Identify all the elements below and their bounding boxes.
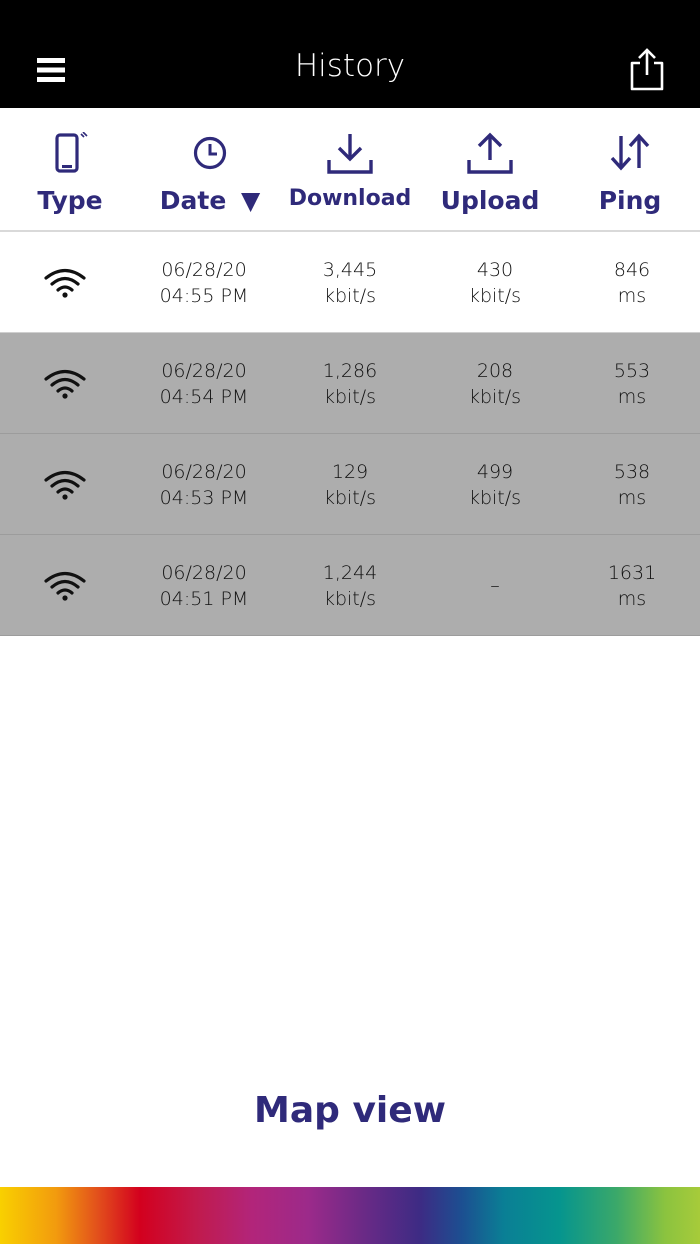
row-ping-value: 846 xyxy=(613,258,651,281)
row-time: 04:55 PM xyxy=(159,284,249,307)
row-upload-value: – xyxy=(490,574,500,597)
row-time: 04:54 PM xyxy=(159,385,249,408)
top-bar: History xyxy=(0,0,700,108)
row-download-unit: kbit/s xyxy=(323,284,377,307)
history-list: 06/28/20 04:55 PM 3,445 kbit/s 430 kbit/… xyxy=(0,232,700,636)
wifi-icon xyxy=(44,571,86,601)
row-ping-value: 553 xyxy=(613,359,651,382)
row-upload-unit: kbit/s xyxy=(468,385,522,408)
row-download-value: 129 xyxy=(331,460,369,483)
column-download-label: Download xyxy=(288,186,412,211)
rainbow-footer-bar xyxy=(0,1187,700,1244)
page-title: History xyxy=(294,48,406,84)
sort-descending-icon: ▼ xyxy=(241,186,261,215)
row-ping-unit: ms xyxy=(617,587,647,610)
row-date: 06/28/20 xyxy=(161,258,247,281)
row-ping-value: 1631 xyxy=(607,561,657,584)
wifi-icon xyxy=(44,369,86,399)
share-button[interactable] xyxy=(620,42,674,96)
ping-arrows-icon xyxy=(610,133,650,171)
share-icon xyxy=(630,48,664,91)
column-upload[interactable]: Upload xyxy=(420,108,560,232)
column-type[interactable]: Type xyxy=(0,108,140,232)
row-time: 04:53 PM xyxy=(159,486,249,509)
column-date[interactable]: Date ▼ xyxy=(140,108,280,232)
column-ping[interactable]: Ping xyxy=(560,108,700,232)
map-view-button[interactable]: Map view xyxy=(0,1090,700,1131)
column-date-label: Date ▼ xyxy=(140,186,280,215)
column-header-row: Type Date ▼ Download Upload Ping xyxy=(0,108,700,232)
column-date-text: Date xyxy=(159,186,227,215)
row-upload-value: 430 xyxy=(476,258,514,281)
row-date: 06/28/20 xyxy=(161,460,247,483)
column-upload-label: Upload xyxy=(440,186,540,215)
wifi-icon xyxy=(44,470,86,500)
row-download-value: 1,244 xyxy=(322,561,378,584)
row-download-value: 3,445 xyxy=(322,258,378,281)
row-upload-value: 499 xyxy=(476,460,514,483)
row-date: 06/28/20 xyxy=(161,561,247,584)
row-ping-unit: ms xyxy=(617,284,647,307)
row-upload-unit: kbit/s xyxy=(468,284,522,307)
column-download[interactable]: Download xyxy=(280,108,420,232)
history-row[interactable]: 06/28/20 04:54 PM 1,286 kbit/s 208 kbit/… xyxy=(0,333,700,434)
row-time: 04:51 PM xyxy=(159,587,249,610)
row-ping-value: 538 xyxy=(613,460,651,483)
download-icon xyxy=(327,134,373,174)
row-upload-unit: kbit/s xyxy=(468,486,522,509)
clock-icon xyxy=(193,136,227,170)
wifi-icon xyxy=(44,268,86,298)
upload-icon xyxy=(467,132,513,174)
phone-icon xyxy=(55,131,88,173)
row-download-unit: kbit/s xyxy=(323,587,377,610)
row-download-unit: kbit/s xyxy=(323,385,377,408)
row-download-value: 1,286 xyxy=(322,359,378,382)
row-date: 06/28/20 xyxy=(161,359,247,382)
column-type-label: Type xyxy=(37,186,103,215)
row-download-unit: kbit/s xyxy=(323,486,377,509)
row-upload-value: 208 xyxy=(476,359,514,382)
row-ping-unit: ms xyxy=(617,486,647,509)
history-row[interactable]: 06/28/20 04:51 PM 1,244 kbit/s – 1631 ms xyxy=(0,535,700,636)
history-row[interactable]: 06/28/20 04:53 PM 129 kbit/s 499 kbit/s … xyxy=(0,434,700,535)
row-ping-unit: ms xyxy=(617,385,647,408)
history-row[interactable]: 06/28/20 04:55 PM 3,445 kbit/s 430 kbit/… xyxy=(0,232,700,333)
column-ping-label: Ping xyxy=(598,186,662,215)
